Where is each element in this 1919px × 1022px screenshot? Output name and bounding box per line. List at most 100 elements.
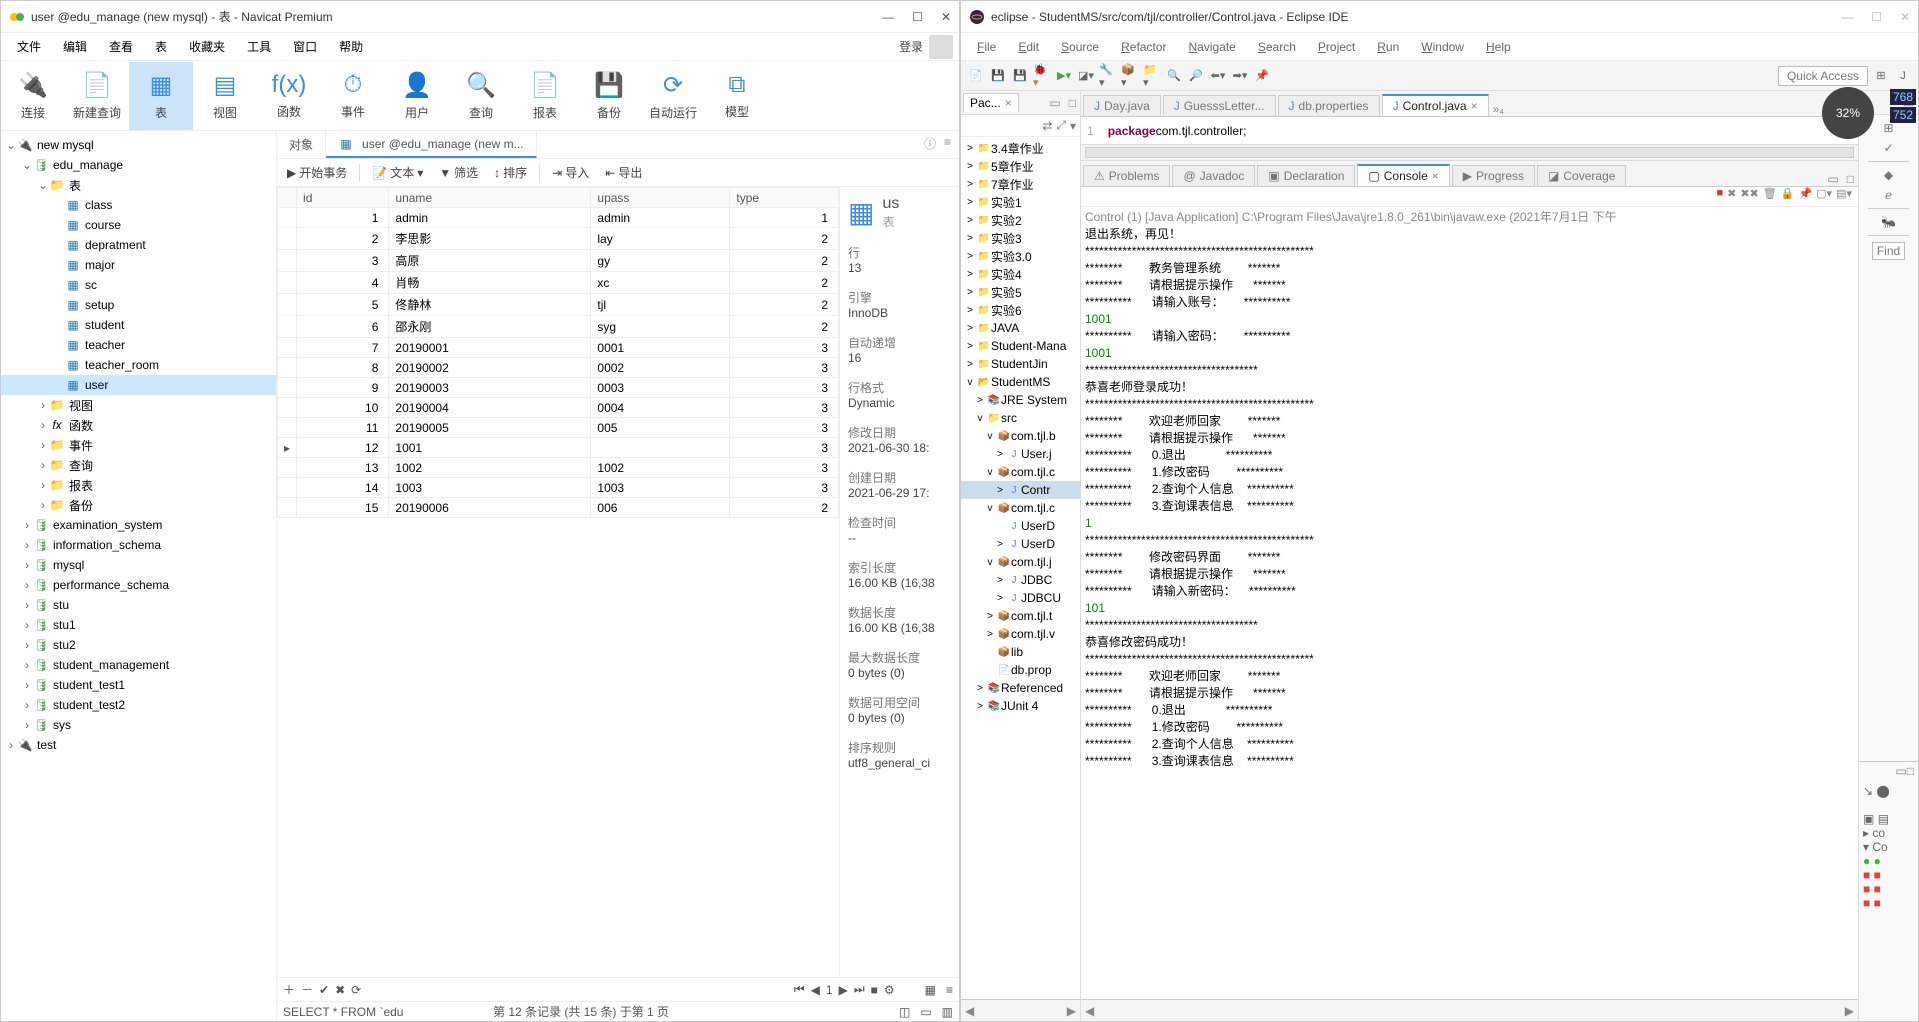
menu-Run[interactable]: Run [1367,38,1409,56]
tree-examination_system[interactable]: ›🛢examination_system [1,515,276,535]
palette-glyph-icon[interactable]: ↘ [1863,784,1873,798]
tree-twist-icon[interactable]: › [21,698,33,712]
minimize-button[interactable]: — [1841,10,1853,24]
tree-major[interactable]: ▦major [1,255,276,275]
table-row[interactable]: 4 肖畅 xc 2 [278,272,839,294]
menu-Project[interactable]: Project [1308,38,1365,56]
minimize-view-icon[interactable]: ▭ [1045,96,1064,110]
tree-twist-icon[interactable]: > [963,323,977,334]
proj-com.tjl.c[interactable]: v📦com.tjl.c [961,463,1080,481]
refresh-button[interactable]: ⟳ [351,983,361,997]
open-type-icon[interactable]: 🔎 [1187,67,1205,85]
table-row[interactable]: 11 20190005 005 3 [278,418,839,438]
proj-JAVA[interactable]: >📁JAVA [961,319,1080,337]
proj-src[interactable]: v📁src [961,409,1080,427]
editor-hscrollbar[interactable] [1081,145,1858,161]
table-row[interactable]: 14 1003 1003 3 [278,478,839,498]
toolbar-视图[interactable]: ▤视图 [193,62,257,130]
outline-item[interactable]: co [1872,826,1885,840]
tree-twist-icon[interactable]: › [21,678,33,692]
bottom-tab-Javadoc[interactable]: @Javadoc [1172,165,1255,186]
hscroll-left-icon[interactable]: ◀ [1085,1004,1094,1018]
menu-Navigate[interactable]: Navigate [1178,38,1245,56]
clear-console-icon[interactable]: 🗑 [1763,187,1777,206]
export-button[interactable]: ⇤ 导出 [601,162,646,183]
proj-UserD[interactable]: >JUserD [961,535,1080,553]
proj-db.prop[interactable]: 📄db.prop [961,661,1080,679]
maximize-button[interactable]: ☐ [1871,10,1882,24]
menu-Edit[interactable]: Edit [1008,38,1049,56]
toolbar-函数[interactable]: f(x)函数 [257,62,321,130]
sort-button[interactable]: ↕ 排序 [490,162,531,183]
menu-icon[interactable]: ▾ [1070,119,1076,133]
toolbar-表[interactable]: ▦表 [129,62,193,130]
tree-depratment[interactable]: ▦depratment [1,235,276,255]
tree-class[interactable]: ▦class [1,195,276,215]
menu-Help[interactable]: Help [1476,38,1521,56]
first-page-button[interactable]: ⏮ [794,982,805,997]
tree-twist-icon[interactable]: › [5,738,17,752]
tree-twist-icon[interactable]: > [963,341,977,352]
tree-twist-icon[interactable]: > [993,593,1007,604]
layout-icon[interactable]: ◫ [899,1005,910,1019]
table-row[interactable]: 7 20190001 0001 3 [278,338,839,358]
menu-File[interactable]: File [967,38,1006,56]
proj-com.tjl.t[interactable]: >📦com.tjl.t [961,607,1080,625]
tree-twist-icon[interactable]: › [37,438,49,452]
tree-course[interactable]: ▦course [1,215,276,235]
tab-object[interactable]: 对象 [277,131,326,158]
proj-Referenced[interactable]: >📚Referenced [961,679,1080,697]
debug-icon[interactable]: 🐞▾ [1033,67,1051,85]
tree-user[interactable]: ▦user [1,375,276,395]
tree-twist-icon[interactable]: v [973,413,987,424]
table-row[interactable]: 6 邵永刚 syg 2 [278,316,839,338]
outline-item[interactable]: Co [1872,840,1887,854]
col-uname[interactable]: uname [389,188,591,208]
list-icon[interactable]: ≡ [944,135,951,154]
toolbar-查询[interactable]: 🔍查询 [449,62,513,130]
hscroll-right-icon[interactable]: ▶ [1067,1004,1076,1018]
proj-com.tjl.j[interactable]: v📦com.tjl.j [961,553,1080,571]
breakpoint-icon[interactable]: ◆ [1884,168,1893,182]
forward-icon[interactable]: ➡▾ [1231,67,1249,85]
minimize-button[interactable]: — [882,10,894,24]
menu-Refactor[interactable]: Refactor [1111,38,1176,56]
tree-twist-icon[interactable]: > [963,233,977,244]
table-row[interactable]: 8 20190002 0002 3 [278,358,839,378]
perspective-icon[interactable]: ⊞ [1872,67,1890,85]
table-row[interactable]: 3 高原 gy 2 [278,250,839,272]
proj-Student-Mana[interactable]: >📁Student-Mana [961,337,1080,355]
toolbar-连接[interactable]: 🔌连接 [1,62,65,130]
tree-函数[interactable]: ›fx函数 [1,415,276,435]
info-icon[interactable]: ⓘ [924,135,936,154]
display-console-icon[interactable]: ▢▾ [1816,187,1832,206]
col-upass[interactable]: upass [591,188,730,208]
tree-备份[interactable]: ›📁备份 [1,495,276,515]
toolbar-事件[interactable]: ⏱事件 [321,62,385,130]
tree-twist-icon[interactable]: > [983,629,997,640]
bottom-tab-Progress[interactable]: ▶Progress [1452,165,1535,186]
back-icon[interactable]: ⬅▾ [1209,67,1227,85]
remove-all-icon[interactable]: ✖✖ [1740,187,1758,206]
proj-JUnit 4[interactable]: >📚JUnit 4 [961,697,1080,715]
bottom-tab-Coverage[interactable]: ◪Coverage [1537,165,1626,186]
table-row[interactable]: 15 20190006 006 2 [278,498,839,518]
open-console-icon[interactable]: ▤▾ [1836,187,1852,206]
tree-teacher_room[interactable]: ▦teacher_room [1,355,276,375]
tree-twist-icon[interactable]: > [983,611,997,622]
menu-窗口[interactable]: 窗口 [283,36,327,57]
ant-icon[interactable]: 🐜 [1881,215,1896,229]
scroll-lock-icon[interactable]: 🔒 [1781,187,1795,206]
cancel-button[interactable]: ✖ [335,983,345,997]
proj-实验4[interactable]: >📁实验4 [961,265,1080,283]
minimize-icon[interactable]: ▭ [1895,764,1906,778]
editor[interactable]: 1 package com.tjl.controller; [1081,117,1858,145]
link-icon[interactable]: ⤢ [1056,118,1066,133]
toolbar-新建查询[interactable]: 📄新建查询 [65,62,129,130]
tree-twist-icon[interactable]: > [993,449,1007,460]
toolbar-备份[interactable]: 💾备份 [577,62,641,130]
tree-twist-icon[interactable]: > [963,215,977,226]
proj-lib[interactable]: 📦lib [961,643,1080,661]
toolbar-报表[interactable]: 📄报表 [513,62,577,130]
commit-button[interactable]: ✔ [319,983,329,997]
